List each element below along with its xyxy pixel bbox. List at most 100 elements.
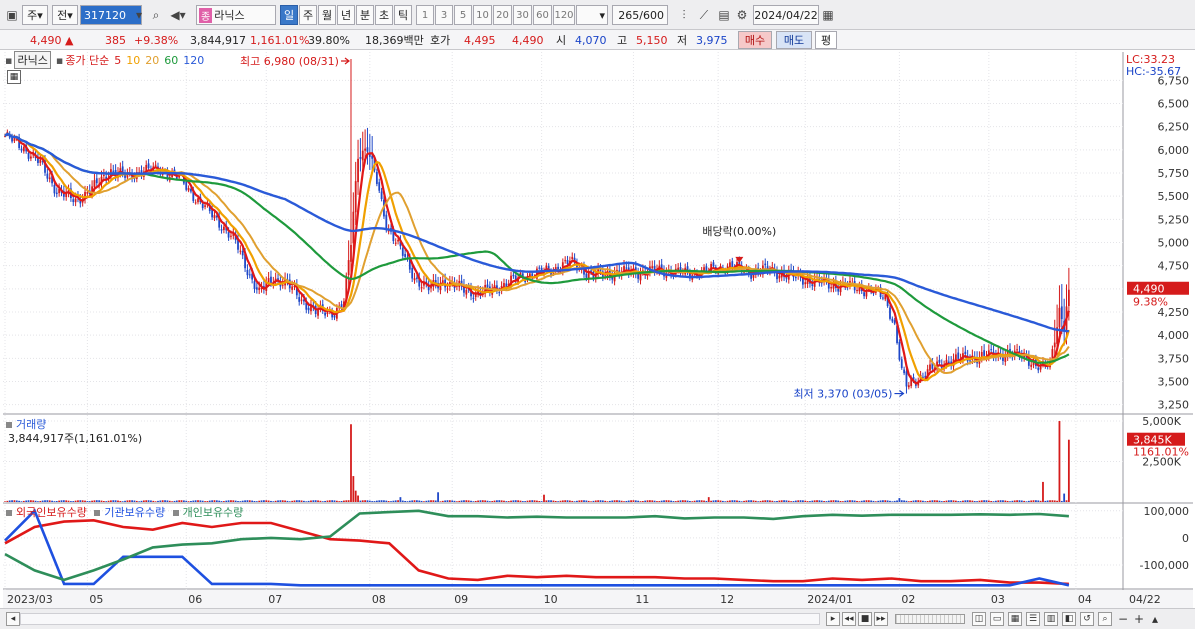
plus-icon[interactable]: +	[1132, 612, 1146, 626]
candle-body	[364, 148, 367, 151]
candle-body	[446, 288, 449, 290]
interval-button[interactable]: 60	[533, 5, 552, 25]
layout-icon[interactable]: ▭	[990, 612, 1004, 626]
scroll-track[interactable]	[20, 613, 820, 625]
reset-icon[interactable]: ↺	[1080, 612, 1094, 626]
volume-bar	[284, 500, 286, 502]
chart-window-icon[interactable]: ▣	[3, 5, 21, 25]
price-tick-label: 6,000	[1158, 144, 1190, 157]
volume-bar	[853, 500, 856, 502]
stock-name-field[interactable]: 종 라닉스	[196, 5, 276, 25]
stock-chart[interactable]: 6,7506,5006,2506,0005,7505,5005,2505,000…	[3, 52, 1193, 608]
period-select-week[interactable]: 주 ▾	[22, 5, 48, 25]
scroll-right-icon[interactable]: ▸	[826, 612, 840, 626]
volume-bar	[4, 501, 6, 502]
forward-icon[interactable]: ▸▸	[874, 612, 888, 626]
date-input[interactable]: 2024/04/22	[753, 5, 819, 25]
interval-button[interactable]: 3	[435, 5, 453, 25]
volume-bar	[922, 500, 924, 502]
volume-bar	[590, 501, 592, 502]
volume-bar	[100, 500, 103, 502]
table-toggle-icon[interactable]: ▦	[7, 70, 21, 84]
volume-bar	[837, 500, 840, 502]
candle-body	[856, 289, 858, 291]
volume-bar	[1013, 500, 1016, 502]
volume-bar	[665, 500, 668, 502]
volume-bar	[126, 500, 129, 502]
search-icon[interactable]: ⌕	[147, 5, 165, 25]
line-tool-icon[interactable]: ⟋	[695, 5, 713, 25]
candle-type-icon[interactable]: ⫶	[675, 5, 693, 25]
period-tick-button[interactable]: 틱	[394, 5, 412, 25]
volume-bar	[613, 500, 616, 502]
interval-button[interactable]: 5	[454, 5, 472, 25]
candle-body	[307, 307, 310, 311]
volume-bar	[171, 501, 174, 502]
volume-bar	[1053, 500, 1056, 502]
volume-bar	[660, 500, 663, 502]
volume-bar	[863, 500, 865, 502]
search-icon[interactable]: ⌕	[1098, 612, 1112, 626]
candle-body	[571, 256, 574, 260]
volume-bar	[710, 500, 713, 502]
period-month-button[interactable]: 월	[318, 5, 336, 25]
list-icon[interactable]: ☰	[1026, 612, 1040, 626]
volume-bar	[321, 501, 324, 502]
sell-button[interactable]: 매도	[776, 31, 812, 49]
volume-bar	[91, 500, 93, 502]
all-select[interactable]: 전 ▾	[52, 5, 78, 25]
data-count-input[interactable]: 265/600	[612, 5, 668, 25]
volume-bar	[124, 500, 126, 502]
save-icon[interactable]: ▤	[715, 5, 733, 25]
volume-bar	[872, 500, 875, 502]
indicator-icon[interactable]: ◧	[1062, 612, 1076, 626]
stop-icon[interactable]: ■	[858, 612, 872, 626]
volume-bar	[465, 500, 468, 502]
volume-bar	[194, 500, 197, 502]
volume-bar	[434, 500, 437, 502]
gear-icon[interactable]: ⚙	[733, 5, 751, 25]
candle-body	[1030, 364, 1033, 367]
volume-bar	[1067, 439, 1070, 502]
interval-button[interactable]: 30	[513, 5, 532, 25]
volume-bar	[608, 500, 611, 502]
period-year-button[interactable]: 년	[337, 5, 355, 25]
volume-bar	[962, 500, 964, 502]
zoom-out-icon[interactable]: ◫	[972, 612, 986, 626]
candle-body	[385, 214, 388, 230]
eval-button[interactable]: 평	[815, 31, 837, 49]
volume-bar	[646, 500, 649, 502]
period-minute-button[interactable]: 분	[356, 5, 374, 25]
fit-icon[interactable]: ▴	[1148, 612, 1162, 626]
period-second-button[interactable]: 초	[375, 5, 393, 25]
interval-button[interactable]: 10	[473, 5, 492, 25]
scroll-left-icon[interactable]: ◂	[6, 612, 20, 626]
rewind-icon[interactable]: ◂◂	[842, 612, 856, 626]
volume-bar	[474, 500, 477, 502]
interval-button[interactable]: 20	[493, 5, 512, 25]
volume-bar	[681, 500, 684, 502]
chart-icon[interactable]: ▥	[1044, 612, 1058, 626]
volume-bar	[943, 501, 946, 502]
volume-bar	[785, 500, 788, 502]
volume-bar	[776, 500, 778, 502]
interval-custom-select[interactable]: ▾	[576, 5, 608, 25]
minus-icon[interactable]: −	[1116, 612, 1130, 626]
period-day-button[interactable]: 일	[280, 5, 298, 25]
volume-bar	[385, 500, 388, 502]
legend-ma-title: 종가 단순	[65, 54, 110, 67]
period-week-button[interactable]: 주	[299, 5, 317, 25]
volume-bar	[813, 500, 816, 502]
buy-button[interactable]: 매수	[738, 31, 772, 49]
volume-bar	[787, 500, 790, 502]
interval-button[interactable]: 1	[416, 5, 434, 25]
interval-button[interactable]: 120	[553, 5, 575, 25]
candle-body	[361, 150, 364, 161]
calendar-icon[interactable]: ▦	[819, 5, 837, 25]
grid-icon[interactable]: ▦	[1008, 612, 1022, 626]
zoom-slider[interactable]	[895, 614, 965, 624]
speaker-icon[interactable]: ◀▾	[165, 5, 191, 25]
code-dropdown-icon[interactable]: ▾	[133, 5, 145, 25]
chart-scrollbar[interactable]: ◂ ▸ ◂◂ ■ ▸▸ ◫ ▭ ▦ ☰ ▥ ◧ ↺ ⌕ − + ▴	[0, 608, 1195, 629]
legend-stock-name[interactable]: 라닉스	[14, 51, 51, 69]
